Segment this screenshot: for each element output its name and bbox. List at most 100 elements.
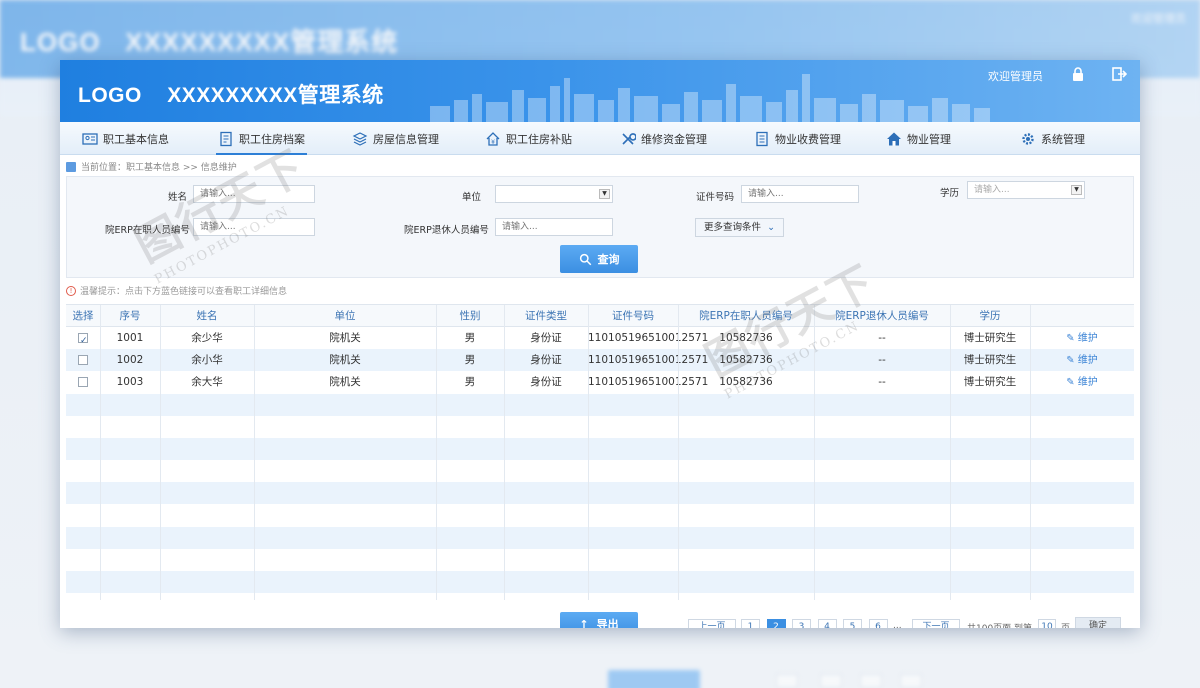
maintain-link[interactable]: 维护 — [1078, 355, 1098, 366]
column-header: 证件号码 — [612, 310, 654, 322]
table-cell: 身份证 — [530, 376, 562, 389]
nav-item-property-fee[interactable]: 物业收费管理 — [754, 122, 841, 155]
nav-item-property-management[interactable]: 物业管理 — [886, 122, 951, 155]
background-welcome: 欢迎管理员 — [1131, 12, 1186, 25]
name-label: 姓名 — [168, 192, 188, 203]
nav-label: 物业管理 — [907, 132, 951, 146]
document-icon — [220, 131, 232, 146]
nav-item-repair-fund[interactable]: 维修资金管理 — [620, 122, 707, 155]
table-cell: -- — [878, 376, 886, 389]
table-cell: 男 — [464, 376, 476, 389]
column-header: 单位 — [334, 310, 356, 322]
column-divider — [678, 305, 679, 600]
page-button[interactable]: 4 — [817, 619, 837, 628]
export-button[interactable]: ↑ 导出 — [560, 612, 638, 628]
page-button[interactable]: 2 — [766, 619, 786, 628]
nav-label: 维修资金管理 — [641, 132, 707, 146]
empty-row — [66, 505, 1134, 527]
column-header: 性别 — [459, 310, 481, 322]
table-cell: 余小华 — [191, 354, 223, 367]
background-page — [860, 674, 882, 688]
select-cell — [66, 371, 100, 393]
table-cell: 身份证 — [530, 332, 562, 344]
education-select[interactable]: 请输入... ▼ — [967, 181, 1085, 199]
column-divider — [1030, 305, 1031, 600]
lock-icon[interactable] — [1070, 66, 1086, 82]
table-cell: 院机关 — [329, 332, 361, 344]
row-checkbox[interactable] — [78, 377, 88, 388]
edit-icon[interactable]: ✎ — [1066, 333, 1078, 344]
table-cell: 博士研究生 — [963, 376, 1017, 389]
nav-item-staff-info[interactable]: 职工基本信息 — [82, 122, 169, 155]
empty-row — [66, 549, 1134, 571]
nav-item-system-management[interactable]: 系统管理 — [1020, 122, 1085, 155]
background-export — [608, 670, 700, 688]
nav-item-house-info[interactable]: 房屋信息管理 — [352, 122, 439, 155]
column-divider — [950, 305, 951, 600]
action-cell: ✎ 维护 — [1030, 327, 1134, 349]
column-header: 院ERP在职人员编号 — [699, 310, 793, 322]
education-label: 学历 — [940, 188, 960, 199]
erp-active-label: 院ERP在职人员编号 — [105, 225, 190, 236]
maintain-link[interactable]: 维护 — [1078, 377, 1098, 388]
table-cell: 10582736 — [719, 332, 773, 344]
more-conditions-button[interactable]: 更多查询条件 ⌄ — [695, 218, 785, 237]
pagination-summary: 共100页面 到第 — [967, 621, 1032, 628]
erp-retired-input[interactable] — [495, 218, 613, 236]
page-button[interactable]: 6 — [868, 619, 888, 628]
action-cell: ✎ 维护 — [1030, 371, 1134, 393]
svg-text:¥: ¥ — [491, 139, 495, 146]
id-number-input[interactable] — [741, 185, 859, 203]
next-page-button[interactable]: 下一页 — [912, 619, 960, 628]
erp-retired-label: 院ERP退休人员编号 — [404, 225, 489, 236]
table-header: 选择 序号 姓名 单位 性别 证件类型 证件号码 院ERP在职人员编号 院ERP退休人员编号 学历 — [66, 305, 1134, 327]
row-checkbox[interactable] — [78, 330, 88, 352]
table-cell: 博士研究生 — [963, 332, 1017, 344]
nav-item-housing-subsidy[interactable]: ¥ 职工住房补贴 — [485, 122, 572, 155]
hint-message: ! 温馨提示：点击下方蓝色链接可以查看职工详细信息 — [66, 284, 287, 297]
city-skyline-decoration — [430, 74, 990, 122]
id-number-label: 证件号码 — [696, 192, 735, 203]
maintain-link[interactable]: 维护 — [1078, 333, 1098, 344]
column-divider — [588, 305, 589, 600]
unit-label: 单位 — [462, 192, 482, 203]
table-cell: 余大华 — [191, 376, 223, 389]
page-button[interactable]: 3 — [792, 619, 811, 628]
select-cell — [66, 349, 100, 371]
edit-icon[interactable]: ✎ — [1066, 355, 1078, 366]
app-title: LOGO XXXXXXXXX管理系统 — [78, 79, 384, 109]
nav-label: 系统管理 — [1041, 132, 1085, 146]
prev-page-button[interactable]: 上一页 — [688, 619, 736, 628]
row-checkbox[interactable] — [78, 355, 88, 366]
column-header: 证件类型 — [525, 310, 567, 322]
nav-item-housing-archive[interactable]: 职工住房档案 — [216, 122, 307, 155]
breadcrumb: 当前位置：职工基本信息 >> 信息维护 — [66, 160, 237, 173]
info-icon: ! — [66, 285, 76, 296]
page-button[interactable]: 1 — [741, 619, 760, 628]
unit-select[interactable]: ▼ — [495, 185, 613, 203]
table-cell: 男 — [464, 332, 476, 344]
column-header: 姓名 — [196, 310, 218, 322]
table-cell: 博士研究生 — [963, 354, 1017, 367]
column-divider — [504, 305, 505, 600]
name-input[interactable] — [193, 185, 315, 203]
query-button[interactable]: 查询 — [560, 245, 638, 273]
column-header: 选择 — [72, 310, 94, 322]
list-icon — [756, 131, 768, 146]
edit-icon[interactable]: ✎ — [1066, 377, 1078, 388]
house-yen-icon: ¥ — [486, 131, 500, 146]
background-page — [900, 674, 922, 688]
page-button[interactable]: 5 — [843, 619, 862, 628]
column-header: 序号 — [119, 310, 141, 322]
logout-icon[interactable] — [1111, 66, 1127, 82]
upload-arrow-icon: ↑ — [579, 617, 589, 629]
page-number-input[interactable]: 10 — [1038, 619, 1056, 628]
chevron-down-icon: ▼ — [1071, 185, 1082, 195]
erp-active-input[interactable] — [193, 218, 315, 236]
confirm-page-button[interactable]: 确定 — [1075, 617, 1121, 628]
welcome-text: 欢迎管理员 — [988, 70, 1043, 83]
home-icon — [887, 132, 901, 145]
staff-table: 选择 序号 姓名 单位 性别 证件类型 证件号码 院ERP在职人员编号 院ERP退休人员编号 学历… — [66, 304, 1134, 600]
table-cell: -- — [878, 354, 886, 367]
tools-icon — [622, 132, 636, 145]
